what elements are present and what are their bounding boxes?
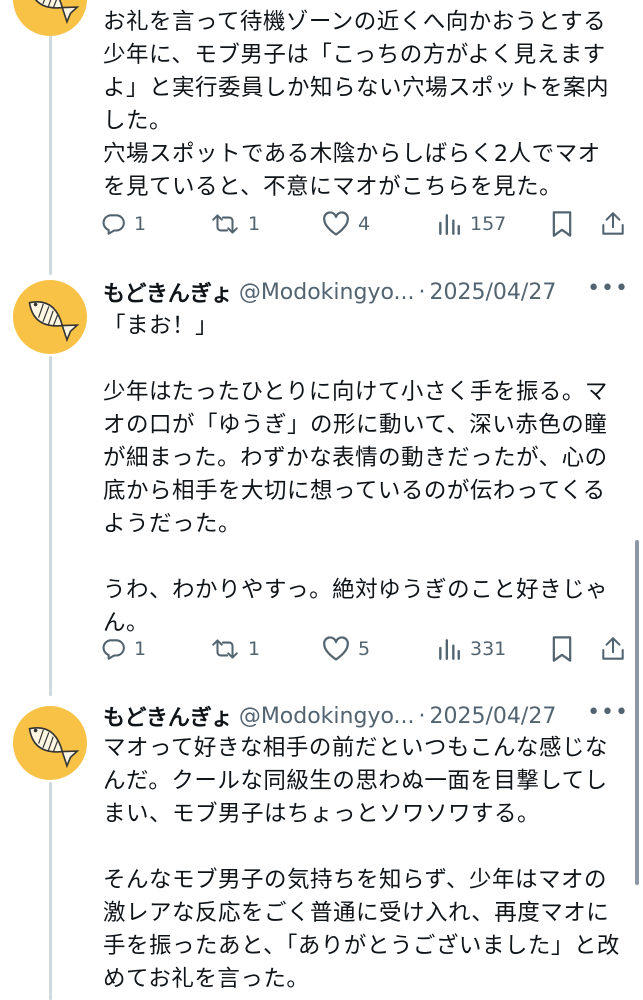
repost-button[interactable]: 1 xyxy=(210,631,260,667)
like-button[interactable]: 4 xyxy=(322,206,370,242)
share-button[interactable] xyxy=(600,206,626,242)
avatar[interactable] xyxy=(13,280,87,354)
fish-icon xyxy=(28,727,80,769)
post-text: 「まお！」 少年はたったひとりに向けて小さく手を振る。マオの口が「ゆうぎ」の形に… xyxy=(103,313,609,636)
heart-icon xyxy=(323,211,349,236)
separator-dot: · xyxy=(418,703,426,729)
like-count: 5 xyxy=(358,638,371,660)
post-1[interactable]: お礼を言って待機ゾーンの近くへ向かおうとする少年に、モブ男子は「こっちの方がよく… xyxy=(0,0,643,260)
views-count: 331 xyxy=(470,638,507,660)
action-bar: 1 1 4 157 xyxy=(100,206,630,242)
display-name[interactable]: もどきんぎょ xyxy=(103,700,233,732)
repost-button[interactable]: 1 xyxy=(210,206,260,242)
reply-icon xyxy=(102,639,125,660)
repost-count: 1 xyxy=(248,638,261,660)
scrollbar[interactable] xyxy=(635,540,639,885)
post-header: もどきんぎょ @Modokingyo... · 2025/04/27 xyxy=(103,276,643,308)
reply-icon xyxy=(102,214,125,235)
post-2[interactable]: もどきんぎょ @Modokingyo... · 2025/04/27 ••• 「… xyxy=(0,270,643,680)
like-button[interactable]: 5 xyxy=(322,631,370,667)
post-3[interactable]: もどきんぎょ @Modokingyo... · 2025/04/27 ••• マ… xyxy=(0,696,643,1000)
repost-icon xyxy=(212,639,238,659)
more-icon[interactable]: ••• xyxy=(587,700,629,725)
fish-icon xyxy=(28,301,80,343)
post-date[interactable]: 2025/04/27 xyxy=(430,280,557,305)
reply-count: 1 xyxy=(134,213,147,235)
fish-icon xyxy=(28,0,80,25)
reply-button[interactable]: 1 xyxy=(100,206,146,242)
action-bar: 1 1 5 331 xyxy=(100,631,630,667)
share-icon xyxy=(602,212,624,235)
reply-button[interactable]: 1 xyxy=(100,631,146,667)
views-icon xyxy=(439,214,460,235)
views-button[interactable]: 157 xyxy=(436,206,506,242)
reply-count: 1 xyxy=(134,638,147,660)
separator-dot: · xyxy=(418,279,426,305)
user-handle[interactable]: @Modokingyo... xyxy=(239,280,415,305)
post-text: お礼を言って待機ゾーンの近くへ向かおうとする少年に、モブ男子は「こっちの方がよく… xyxy=(103,9,610,200)
user-handle[interactable]: @Modokingyo... xyxy=(239,704,415,729)
views-icon xyxy=(439,639,460,660)
post-date[interactable]: 2025/04/27 xyxy=(430,704,557,729)
share-button[interactable] xyxy=(600,631,626,667)
repost-icon xyxy=(212,214,238,234)
share-icon xyxy=(602,637,624,660)
like-count: 4 xyxy=(358,213,371,235)
views-count: 157 xyxy=(470,213,507,235)
post-header: もどきんぎょ @Modokingyo... · 2025/04/27 xyxy=(103,700,643,732)
bookmark-button[interactable] xyxy=(550,631,574,667)
bookmark-button[interactable] xyxy=(550,206,574,242)
bookmark-icon xyxy=(552,636,572,662)
post-text: マオって好きな相手の前だといつもこんな感じなんだ。クールな同級生の思わぬ一面を目… xyxy=(103,735,620,992)
repost-count: 1 xyxy=(248,213,261,235)
avatar[interactable] xyxy=(13,0,87,36)
views-button[interactable]: 331 xyxy=(436,631,506,667)
bookmark-icon xyxy=(552,211,572,237)
more-icon[interactable]: ••• xyxy=(587,276,629,301)
avatar[interactable] xyxy=(13,706,87,780)
display-name[interactable]: もどきんぎょ xyxy=(103,276,233,308)
heart-icon xyxy=(323,636,349,661)
